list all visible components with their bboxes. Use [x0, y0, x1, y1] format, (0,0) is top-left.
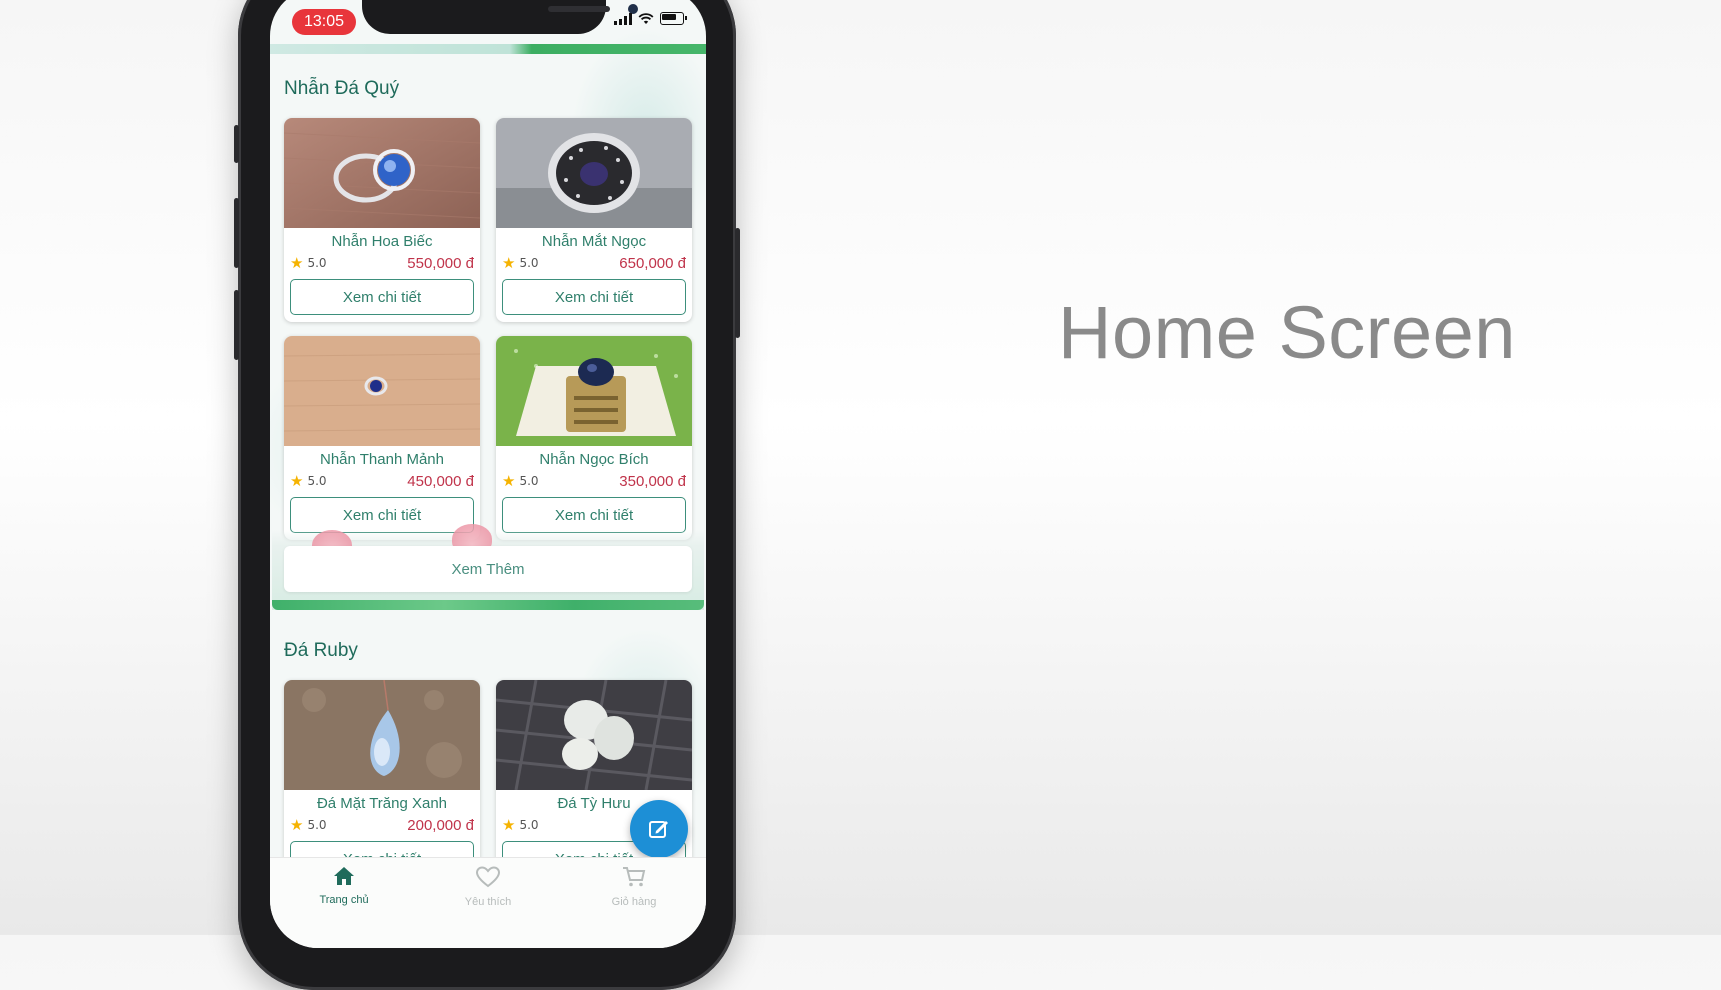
- phone-power-button: [735, 228, 740, 338]
- tab-cart[interactable]: Giỏ hàng: [584, 866, 684, 908]
- home-icon: [334, 867, 354, 885]
- view-details-button[interactable]: Xem chi tiết: [290, 497, 474, 533]
- product-rating: ★ 5.0: [290, 253, 327, 272]
- tab-label: Giỏ hàng: [611, 896, 657, 908]
- product-name: Nhẫn Hoa Biếc: [331, 233, 433, 250]
- product-price: 550,000 đ: [407, 254, 474, 272]
- rating-value: 5.0: [519, 256, 539, 270]
- product-price: 650,000 đ: [619, 254, 686, 272]
- see-more-banner: Xem Thêm: [272, 524, 704, 610]
- tab-home[interactable]: Trang chủ: [294, 866, 394, 906]
- tab-label: Trang chủ: [319, 894, 369, 906]
- star-icon: ★: [290, 815, 304, 834]
- heart-icon: [475, 866, 501, 888]
- view-details-button[interactable]: Xem chi tiết: [290, 279, 474, 315]
- phone-notch: [362, 0, 638, 34]
- product-name: Nhẫn Thanh Mảnh: [320, 451, 444, 468]
- product-card[interactable]: Nhẫn Mắt Ngọc ★ 5.0 650,000 đ Xem chi ti…: [496, 118, 692, 322]
- product-image: [496, 336, 692, 446]
- edit-icon: [649, 821, 668, 838]
- view-details-button[interactable]: Xem chi tiết: [502, 497, 686, 533]
- rating-value: 5.0: [307, 256, 327, 270]
- cart-icon: [623, 867, 646, 887]
- phone-volume-down: [234, 290, 239, 360]
- product-rating: ★ 5.0: [290, 471, 327, 490]
- product-image: [284, 336, 480, 446]
- status-time: 13:05: [292, 9, 356, 35]
- product-price: 450,000 đ: [407, 472, 474, 490]
- phone-volume-up: [234, 198, 239, 268]
- product-image: [496, 118, 692, 228]
- battery-icon: [660, 12, 687, 25]
- product-card[interactable]: Đá Mặt Trăng Xanh ★ 5.0 200,000 đ Xem ch…: [284, 680, 480, 884]
- rating-value: 5.0: [519, 474, 539, 488]
- product-name: Nhẫn Mắt Ngọc: [541, 233, 647, 250]
- lotus-leaf-band: [272, 600, 704, 610]
- rating-value: 5.0: [307, 818, 327, 832]
- phone-mute-switch: [234, 125, 239, 163]
- product-card[interactable]: Nhẫn Ngọc Bích ★ 5.0 350,000 đ Xem chi t…: [496, 336, 692, 540]
- status-icons: [614, 12, 687, 25]
- rating-value: 5.0: [519, 818, 539, 832]
- product-price: 200,000 đ: [407, 816, 474, 834]
- rating-value: 5.0: [307, 474, 327, 488]
- tab-label: Yêu thích: [464, 896, 512, 908]
- product-image: [496, 680, 692, 790]
- product-card[interactable]: Nhẫn Thanh Mảnh ★ 5.0 450,000 đ Xem chi …: [284, 336, 480, 540]
- star-icon: ★: [290, 253, 304, 272]
- speaker-grille: [548, 6, 610, 12]
- product-image: [284, 118, 480, 228]
- see-more-button[interactable]: Xem Thêm: [284, 546, 692, 592]
- app-screen: 13:05 Nhẫn Đá Quý Nhẫn Hoa Biếc ★ 5.0 55…: [270, 0, 706, 948]
- product-name: Đá Mặt Trăng Xanh: [316, 795, 448, 812]
- section-title-nhan-da-quy: Nhẫn Đá Quý: [284, 78, 400, 99]
- star-icon: ★: [502, 471, 516, 490]
- star-icon: ★: [290, 471, 304, 490]
- product-rating: ★ 5.0: [290, 815, 327, 834]
- view-details-button[interactable]: Xem chi tiết: [502, 279, 686, 315]
- product-rating: ★ 5.0: [502, 253, 539, 272]
- star-icon: ★: [502, 253, 516, 272]
- cellular-signal-icon: [614, 12, 632, 25]
- section-title-da-ruby: Đá Ruby: [284, 640, 358, 661]
- tab-favorites[interactable]: Yêu thích: [438, 866, 538, 908]
- bottom-tab-bar: Trang chủ Yêu thích Giỏ hàng: [270, 857, 706, 948]
- product-name: Nhẫn Ngọc Bích: [539, 451, 649, 468]
- product-image: [284, 680, 480, 790]
- section-banner-edge: [270, 44, 706, 54]
- star-icon: ★: [502, 815, 516, 834]
- edit-fab-button[interactable]: [630, 800, 688, 858]
- product-price: 350,000 đ: [619, 472, 686, 490]
- wifi-icon: [638, 12, 654, 24]
- home-screen-caption: Home Screen: [1058, 291, 1516, 374]
- product-rating: ★ 5.0: [502, 471, 539, 490]
- product-rating: ★ 5.0: [502, 815, 539, 834]
- product-card[interactable]: Nhẫn Hoa Biếc ★ 5.0 550,000 đ Xem chi ti…: [284, 118, 480, 322]
